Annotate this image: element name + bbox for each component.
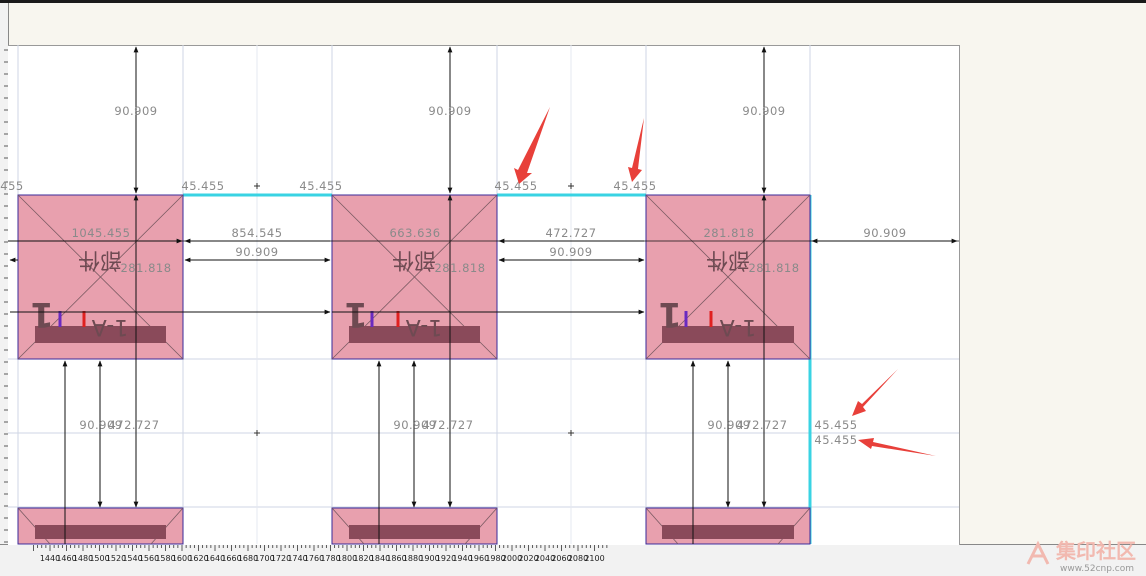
cad-workspace[interactable]: 1440 1460 1480 1500 1520 1540 1560 1580 1600 1620…	[0, 0, 1146, 576]
part-name: 部件	[392, 247, 436, 272]
watermark-url: www.52cnp.com	[1060, 564, 1134, 574]
watermark-logo: 集印社区 www.52cnp.com	[1026, 539, 1136, 574]
dim-distance-3: 281.818	[703, 226, 754, 240]
dim-bottom-b-2: 472.727	[422, 418, 473, 432]
dim-top-1: 90.909	[114, 104, 157, 118]
dim-inner-1: 281.818	[120, 261, 171, 275]
dim-top-3: 90.909	[742, 104, 785, 118]
dim-spacing-0: 455	[0, 179, 23, 193]
dim-span-1: 854.545	[231, 226, 282, 240]
dim-distance-2: 663.636	[389, 226, 440, 240]
part-1[interactable]: 1 部件 1-A	[17, 194, 184, 360]
dim-gap-2: 90.909	[549, 245, 592, 259]
part-4[interactable]	[17, 507, 184, 545]
dim-inner-3: 281.818	[748, 261, 799, 275]
dim-spacing-4: 45.455	[613, 179, 656, 193]
dim-spacing-1: 45.455	[181, 179, 224, 193]
part-2[interactable]: 1 部件 1-A	[331, 194, 498, 360]
part-code: 1-A	[92, 314, 129, 339]
part-number: 1	[30, 294, 54, 334]
watermark-text: 集印社区	[1055, 539, 1136, 563]
dim-right-a: 45.455	[814, 418, 857, 432]
part-name: 部件	[78, 247, 122, 272]
dim-span-2: 472.727	[545, 226, 596, 240]
ruler-tick-label: 2100	[584, 554, 604, 563]
part-number: 1	[344, 294, 368, 334]
part-6[interactable]	[645, 507, 811, 545]
dim-bottom-b-3: 472.727	[736, 418, 787, 432]
dim-gap-1: 90.909	[235, 245, 278, 259]
dim-spacing-3: 45.455	[494, 179, 537, 193]
part-name: 部件	[706, 247, 750, 272]
part-3[interactable]: 1 部件 1-A	[645, 194, 811, 360]
dim-spacing-2: 45.455	[299, 179, 342, 193]
dim-right-gap: 90.909	[863, 226, 906, 240]
dim-top-2: 90.909	[428, 104, 471, 118]
part-code: 1-A	[406, 314, 443, 339]
dim-inner-2: 281.818	[434, 261, 485, 275]
part-code: 1-A	[720, 314, 757, 339]
part-number: 1	[658, 294, 682, 334]
dim-right-b: 45.455	[814, 433, 857, 447]
dim-bottom-b-1: 472.727	[108, 418, 159, 432]
part-5[interactable]	[331, 507, 498, 545]
dim-distance-1: 1045.455	[72, 226, 131, 240]
drawing-layer[interactable]: 1440146014801500152015401560158016001620…	[0, 0, 1146, 575]
